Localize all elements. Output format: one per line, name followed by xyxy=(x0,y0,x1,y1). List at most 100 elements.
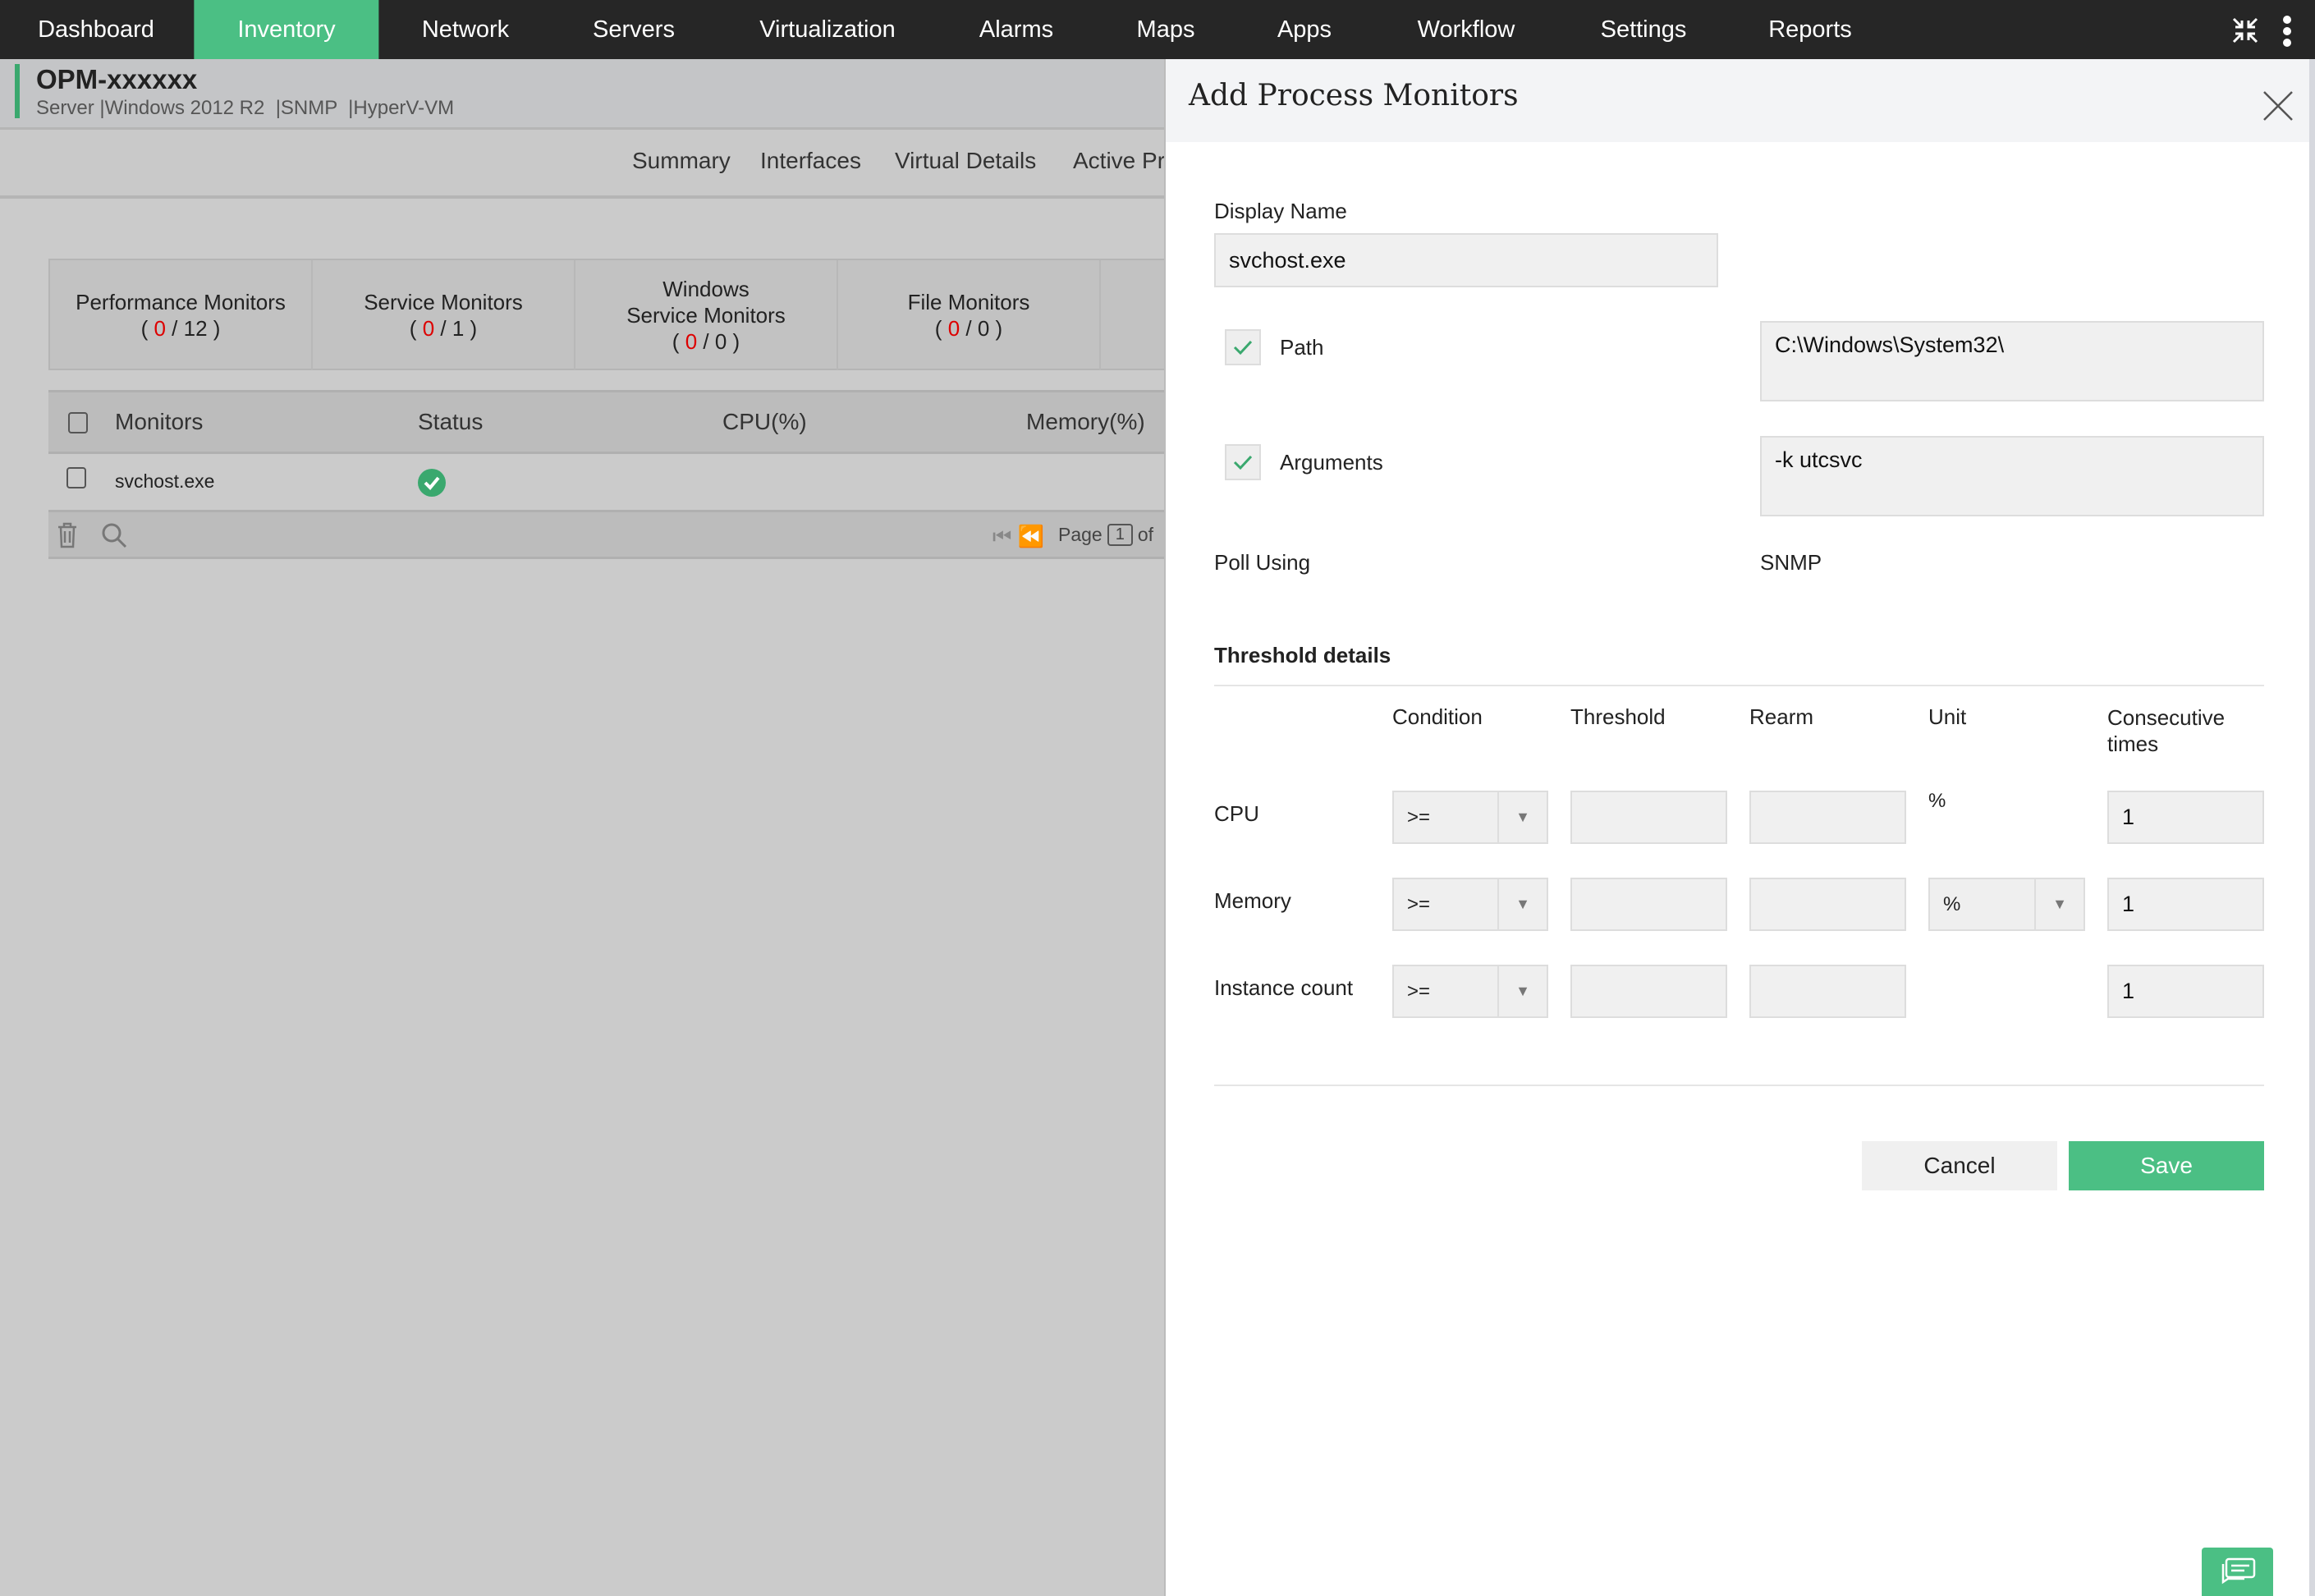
device-subtitle: Server |Windows 2012 R2 |SNMP |HyperV-VM xyxy=(36,97,455,119)
col-memory[interactable]: Memory(%) xyxy=(1026,409,1145,435)
col-rearm: Rearm xyxy=(1749,704,1814,729)
display-name-input[interactable]: svchost.exe xyxy=(1214,233,1718,287)
panel-header: Add Process Monitors xyxy=(1166,59,2311,142)
nav-settings[interactable]: Settings xyxy=(1560,0,1728,59)
down-count: 0 xyxy=(685,329,698,354)
device-header: OPM-xxxxxx Server |Windows 2012 R2 |SNMP… xyxy=(0,59,1164,130)
col-unit: Unit xyxy=(1928,704,1967,729)
path-textarea[interactable]: C:\Windows\System32\ xyxy=(1760,321,2264,401)
col-monitors[interactable]: Monitors xyxy=(115,409,203,435)
instance-condition-select[interactable]: >= ▼ xyxy=(1392,965,1548,1018)
chevron-down-icon: ▼ xyxy=(1497,966,1547,1016)
path-checkbox[interactable] xyxy=(1225,329,1261,365)
poll-using-value: SNMP xyxy=(1760,550,1822,575)
selected-value: >= xyxy=(1407,892,1431,915)
tab-active-processes[interactable]: Active Pr xyxy=(1073,148,1165,174)
cpu-consecutive-input[interactable]: 1 xyxy=(2107,791,2264,844)
nav-inventory[interactable]: Inventory xyxy=(194,0,379,59)
col-consecutive: Consecutive times xyxy=(2107,705,2226,756)
save-button[interactable]: Save xyxy=(2069,1141,2264,1190)
total-count: 0 xyxy=(977,316,990,341)
search-icon[interactable] xyxy=(101,522,127,548)
down-count: 0 xyxy=(154,316,166,341)
poll-using-label: Poll Using xyxy=(1214,550,1311,575)
tab-virtual-details[interactable]: Virtual Details xyxy=(895,148,1036,174)
panel-title: Add Process Monitors xyxy=(1189,79,1519,112)
threshold-title: Threshold details xyxy=(1214,643,1391,667)
display-name-label: Display Name xyxy=(1214,199,1347,223)
scrollbar[interactable] xyxy=(2309,59,2315,1596)
memory-threshold-input[interactable] xyxy=(1570,878,1727,931)
col-condition: Condition xyxy=(1392,704,1483,729)
card-label: Service Monitors xyxy=(364,290,523,314)
status-up-icon xyxy=(418,469,446,497)
memory-consecutive-input[interactable]: 1 xyxy=(2107,878,2264,931)
card-label: File Monitors xyxy=(907,290,1030,314)
page-label: Page xyxy=(1058,524,1102,545)
table-row[interactable]: svchost.exe xyxy=(48,454,1164,510)
collapse-icon[interactable] xyxy=(2231,16,2259,44)
trash-icon[interactable] xyxy=(57,522,78,548)
more-vertical-icon[interactable] xyxy=(2281,15,2294,48)
cpu-label: CPU xyxy=(1214,801,1259,826)
col-status[interactable]: Status xyxy=(418,409,483,435)
total-count: 1 xyxy=(452,316,465,341)
col-cpu[interactable]: CPU(%) xyxy=(722,409,807,435)
cpu-condition-select[interactable]: >= ▼ xyxy=(1392,791,1548,844)
instance-rearm-input[interactable] xyxy=(1749,965,1906,1018)
add-process-monitors-panel: Add Process Monitors Display Name svchos… xyxy=(1164,59,2315,1596)
tab-interfaces[interactable]: Interfaces xyxy=(760,148,861,174)
page-input[interactable]: 1 xyxy=(1107,524,1133,546)
card-file-monitors[interactable]: File Monitors( 0 / 0 ) xyxy=(838,260,1101,370)
table-footer: ⏮ ⏪ Page 1 of xyxy=(48,510,1164,559)
selected-value: >= xyxy=(1407,979,1431,1002)
nav-reports[interactable]: Reports xyxy=(1727,0,1893,59)
total-count: 0 xyxy=(714,329,727,354)
card-windows-service-monitors[interactable]: Windows Service Monitors( 0 / 0 ) xyxy=(575,260,838,370)
chevron-down-icon: ▼ xyxy=(2034,879,2084,929)
memory-unit-select[interactable]: % ▼ xyxy=(1928,878,2085,931)
nav-workflow[interactable]: Workflow xyxy=(1377,0,1556,59)
nav-alarms[interactable]: Alarms xyxy=(938,0,1094,59)
nav-servers[interactable]: Servers xyxy=(552,0,716,59)
chevron-down-icon: ▼ xyxy=(1497,792,1547,842)
nav-network[interactable]: Network xyxy=(381,0,550,59)
down-count: 0 xyxy=(947,316,960,341)
card-label: Windows Service Monitors xyxy=(626,277,786,328)
cpu-unit: % xyxy=(1928,790,1946,812)
down-count: 0 xyxy=(422,316,435,341)
tab-summary[interactable]: Summary xyxy=(632,148,731,174)
cpu-rearm-input[interactable] xyxy=(1749,791,1906,844)
card-performance-monitors[interactable]: Performance Monitors( 0 / 12 ) xyxy=(50,260,313,370)
monitor-name[interactable]: svchost.exe xyxy=(115,470,214,493)
nav-virtualization[interactable]: Virtualization xyxy=(718,0,937,59)
row-checkbox[interactable] xyxy=(66,467,86,488)
arguments-textarea[interactable]: -k utcsvc xyxy=(1760,436,2264,516)
close-icon[interactable] xyxy=(2262,90,2294,122)
arguments-checkbox[interactable] xyxy=(1225,444,1261,480)
total-count: 12 xyxy=(183,316,208,341)
memory-condition-select[interactable]: >= ▼ xyxy=(1392,878,1548,931)
select-all-checkbox[interactable] xyxy=(68,412,88,433)
chat-icon xyxy=(2221,1557,2255,1584)
chevron-down-icon: ▼ xyxy=(1497,879,1547,929)
device-tabs: Summary Interfaces Virtual Details Activ… xyxy=(0,130,1165,199)
instance-count-label: Instance count xyxy=(1214,975,1354,1000)
col-threshold: Threshold xyxy=(1570,704,1666,729)
chat-button[interactable] xyxy=(2202,1548,2273,1596)
memory-label: Memory xyxy=(1214,888,1291,913)
cpu-threshold-input[interactable] xyxy=(1570,791,1727,844)
card-label: Performance Monitors xyxy=(76,290,286,314)
nav-dashboard[interactable]: Dashboard xyxy=(0,0,195,59)
instance-consecutive-input[interactable]: 1 xyxy=(2107,965,2264,1018)
nav-apps[interactable]: Apps xyxy=(1236,0,1373,59)
top-nav: Dashboard Inventory Network Servers Virt… xyxy=(0,0,2315,59)
monitor-cards: Performance Monitors( 0 / 12 ) Service M… xyxy=(48,247,1364,370)
of-label: of xyxy=(1137,524,1154,545)
cancel-button[interactable]: Cancel xyxy=(1862,1141,2057,1190)
nav-maps[interactable]: Maps xyxy=(1096,0,1236,59)
memory-rearm-input[interactable] xyxy=(1749,878,1906,931)
pager-first-prev-icon[interactable]: ⏮ ⏪ xyxy=(992,524,1044,550)
instance-threshold-input[interactable] xyxy=(1570,965,1727,1018)
card-service-monitors[interactable]: Service Monitors( 0 / 1 ) xyxy=(313,260,575,370)
